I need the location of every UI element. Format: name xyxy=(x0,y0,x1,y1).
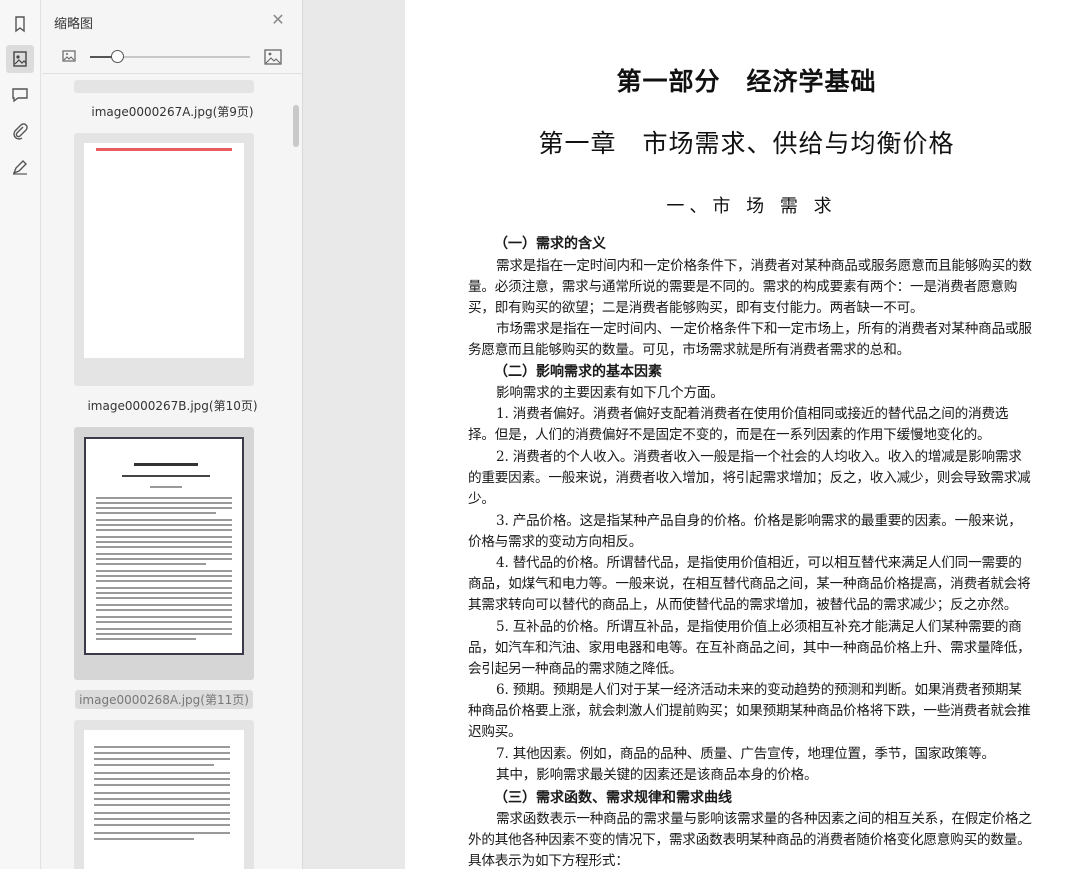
image-large-icon[interactable] xyxy=(264,48,282,66)
thumbnail-page-image xyxy=(84,143,244,358)
thumbnail-page-image xyxy=(84,437,244,655)
thumbnail-page-12[interactable] xyxy=(74,720,254,869)
thumbnail-label-selected: image0000268A.jpg(第11页) xyxy=(75,690,253,709)
panel-title: 缩略图 xyxy=(54,17,94,32)
zoom-slider-knob[interactable] xyxy=(111,50,124,63)
document-background xyxy=(303,0,405,869)
paragraph: 市场需求是指在一定时间内、一定价格条件下和一定市场上，所有的消费者对某种商品或服… xyxy=(468,321,1032,358)
attachment-icon[interactable] xyxy=(6,117,34,145)
paragraph: 6. 预期。预期是人们对于某一经济活动未来的变动趋势的预测和判断。如果消费者预期… xyxy=(468,682,1031,740)
thumbnail-page-image xyxy=(84,730,244,869)
image-small-icon[interactable] xyxy=(62,49,76,63)
paragraph: 2. 消费者的个人收入。消费者收入一般是指一个社会的人均收入。收入的增减是影响需… xyxy=(468,449,1031,507)
paragraph: 3. 产品价格。这是指某种产品自身的价格。价格是影响需求的最重要的因素。一般来说… xyxy=(468,513,1022,550)
thumbnail-label: image0000267B.jpg(第10页) xyxy=(87,399,258,413)
thumbnail-icon[interactable] xyxy=(6,45,34,73)
document-page: 第一部分 经济学基础 第一章 市场需求、供给与均衡价格 一、市 场 需 求 （一… xyxy=(405,0,1088,869)
paragraph: 需求函数表示一种商品的需求量与影响该需求量的各种因素之间的相互关系，在假定价格之… xyxy=(468,811,1032,869)
thumbnail-page-10[interactable] xyxy=(74,133,254,386)
comment-icon[interactable] xyxy=(6,81,34,109)
left-toolbar xyxy=(0,0,41,869)
paragraph: 1. 消费者偏好。消费者偏好支配着消费者在使用价值相同或接近的替代品之间的消费选… xyxy=(468,406,1009,443)
section-title: 一、市 场 需 求 xyxy=(666,196,837,217)
paragraph: 需求是指在一定时间内和一定价格条件下，消费者对某种商品或服务愿意而且能够购买的数… xyxy=(468,258,1032,316)
paragraph: 5. 互补品的价格。所谓互补品，是指使用价值上必须相互补充才能满足人们某种需要的… xyxy=(468,619,1031,677)
paragraph: 7. 其他因素。例如，商品的品种、质量、广告宣传，地理位置，季节，国家政策等。 xyxy=(496,746,995,762)
thumbnail-header-line xyxy=(96,148,232,151)
chapter-title: 第一章 市场需求、供给与均衡价格 xyxy=(538,129,955,158)
thumbnail-page-9[interactable] xyxy=(74,80,254,93)
thumbnail-label: image0000267A.jpg(第9页) xyxy=(91,105,254,119)
subheading-2: （二）影响需求的基本因素 xyxy=(494,364,662,380)
close-icon[interactable]: ✕ xyxy=(270,12,286,28)
thumbnail-zoom-bar xyxy=(42,40,302,74)
thumbnail-panel: 缩略图 ✕ image0000267A.jpg(第9页) image000026… xyxy=(42,0,303,869)
signature-icon[interactable] xyxy=(6,153,34,181)
paragraph: 其中，影响需求最关键的因素还是该商品本身的价格。 xyxy=(496,767,818,783)
part-title: 第一部分 经济学基础 xyxy=(616,67,877,96)
paragraph: 影响需求的主要因素有如下几个方面。 xyxy=(496,385,724,401)
subheading-1: （一）需求的含义 xyxy=(494,236,606,252)
paragraph: 4. 替代品的价格。所谓替代品，是指使用价值相近，可以相互替代来满足人们同一需要… xyxy=(468,555,1031,613)
bookmark-icon[interactable] xyxy=(6,10,34,38)
thumbnail-page-11[interactable] xyxy=(74,427,254,680)
subheading-3: （三）需求函数、需求规律和需求曲线 xyxy=(494,790,732,806)
